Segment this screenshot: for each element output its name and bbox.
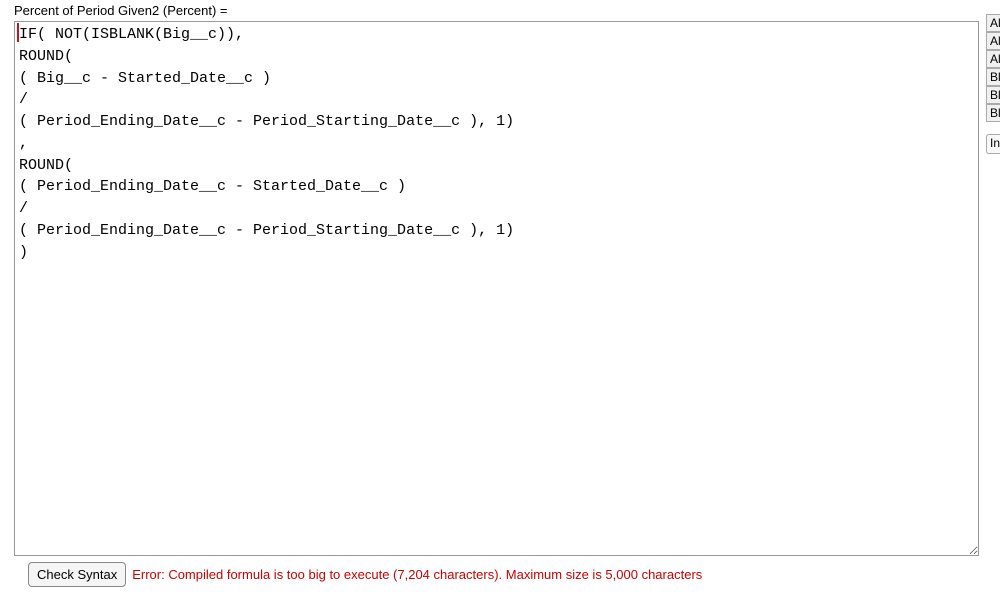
formula-editor-textarea[interactable]	[14, 21, 979, 556]
side-tab[interactable]: Bl	[986, 104, 1000, 122]
side-tab[interactable]: Al	[986, 32, 1000, 50]
side-tab[interactable]: Al	[986, 14, 1000, 32]
side-tab[interactable]: Al	[986, 50, 1000, 68]
check-syntax-button[interactable]: Check Syntax	[28, 562, 126, 587]
formula-footer: Check Syntax Error: Compiled formula is …	[0, 556, 1000, 587]
side-tab[interactable]: Bl	[986, 68, 1000, 86]
insert-tab[interactable]: In	[986, 134, 1000, 154]
side-tab[interactable]: Bl	[986, 86, 1000, 104]
right-side-tabs: Al Al Al Bl Bl Bl In	[986, 14, 1000, 154]
syntax-error-message: Error: Compiled formula is too big to ex…	[132, 567, 702, 582]
formula-field-label: Percent of Period Given2 (Percent) =	[0, 0, 1000, 21]
